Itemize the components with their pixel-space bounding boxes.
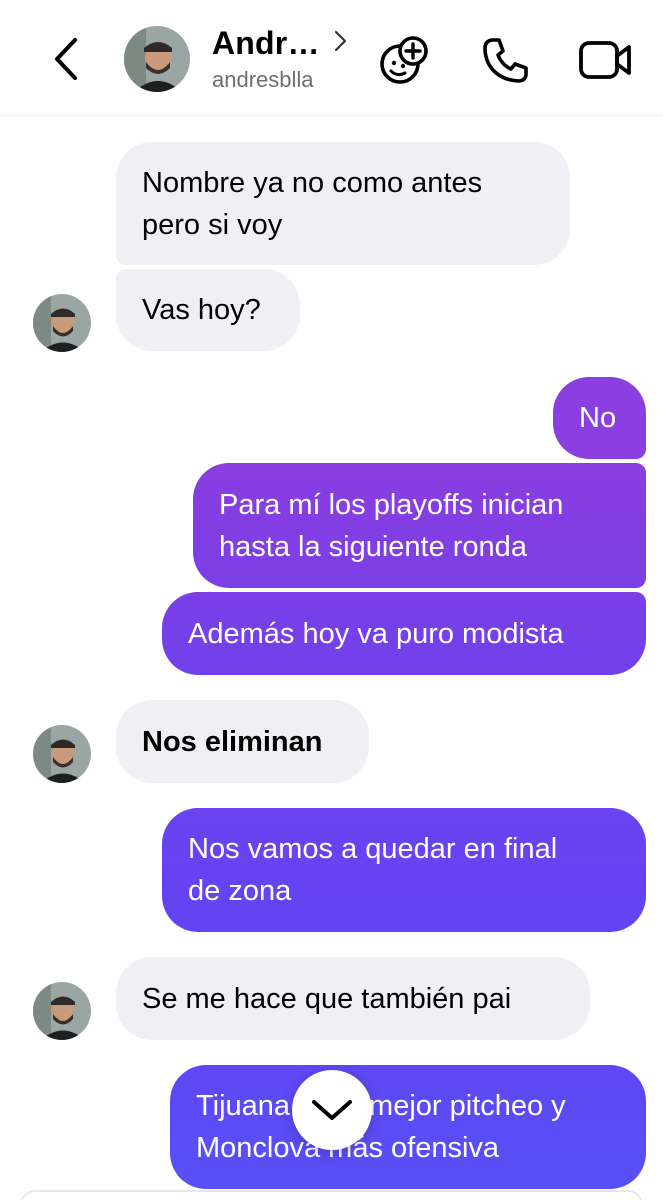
message-text-line: Se me hace que también pai [142,982,512,1015]
contact-avatar[interactable] [124,26,190,92]
chevron-right-icon[interactable] [330,28,350,54]
scroll-to-bottom-button[interactable] [292,1070,372,1150]
sender-avatar[interactable] [33,725,91,783]
message-text-line: Nombre ya no como antes [142,166,483,199]
incoming-message-bubble[interactable]: Se me hace que también pai [116,957,590,1040]
sender-avatar[interactable] [33,294,91,352]
phone-call-button[interactable] [476,30,536,90]
video-camera-icon [579,41,631,79]
message-text-line: Nos vamos a quedar en final [188,833,558,865]
video-call-button[interactable] [576,30,636,90]
message-text-line: Para mí los playoffs inician [219,488,564,521]
sticker-add-button[interactable] [374,30,434,90]
outgoing-message-bubble[interactable]: Tijuana tiene mejor pitcheo y Monclova m… [170,1065,646,1189]
message-composer[interactable] [20,1190,643,1200]
incoming-message-bubble[interactable]: Nos eliminan [116,700,369,783]
message-text-line: Tijuana tiene mejor pitcheo y [196,1090,566,1122]
outgoing-message-bubble[interactable]: No [553,377,646,459]
message-text-line: hasta la siguiente ronda [219,530,527,563]
back-chevron-icon [55,38,77,80]
chevron-down-icon [312,1100,352,1120]
incoming-message-bubble[interactable]: Vas hoy? [116,269,300,351]
sender-avatar[interactable] [33,982,91,1040]
outgoing-message-bubble[interactable]: Para mí los playoffs inician hasta la si… [193,463,646,588]
chat-header: Andr… andresblla [0,0,663,116]
message-text-line: Monclova más ofensiva [196,1132,500,1164]
outgoing-message-bubble[interactable]: Nos vamos a quedar en final de zona [162,808,646,932]
phone-icon [483,38,528,83]
outgoing-message-bubble[interactable]: Además hoy va puro modista [162,592,646,675]
message-text-line: pero si voy [142,208,283,241]
message-text-line: No [579,402,617,434]
message-text-line: Nos eliminan [142,725,323,758]
message-text-line: Además hoy va puro modista [188,617,564,650]
sticker-add-icon [380,36,428,84]
message-text-line: de zona [188,875,292,907]
message-text-line: Vas hoy? [142,294,261,326]
back-button[interactable] [40,30,92,88]
contact-name[interactable]: Andr… [212,25,320,62]
contact-username: andresblla [212,67,314,92]
incoming-message-bubble[interactable]: Nombre ya no como antes pero si voy [116,142,570,265]
